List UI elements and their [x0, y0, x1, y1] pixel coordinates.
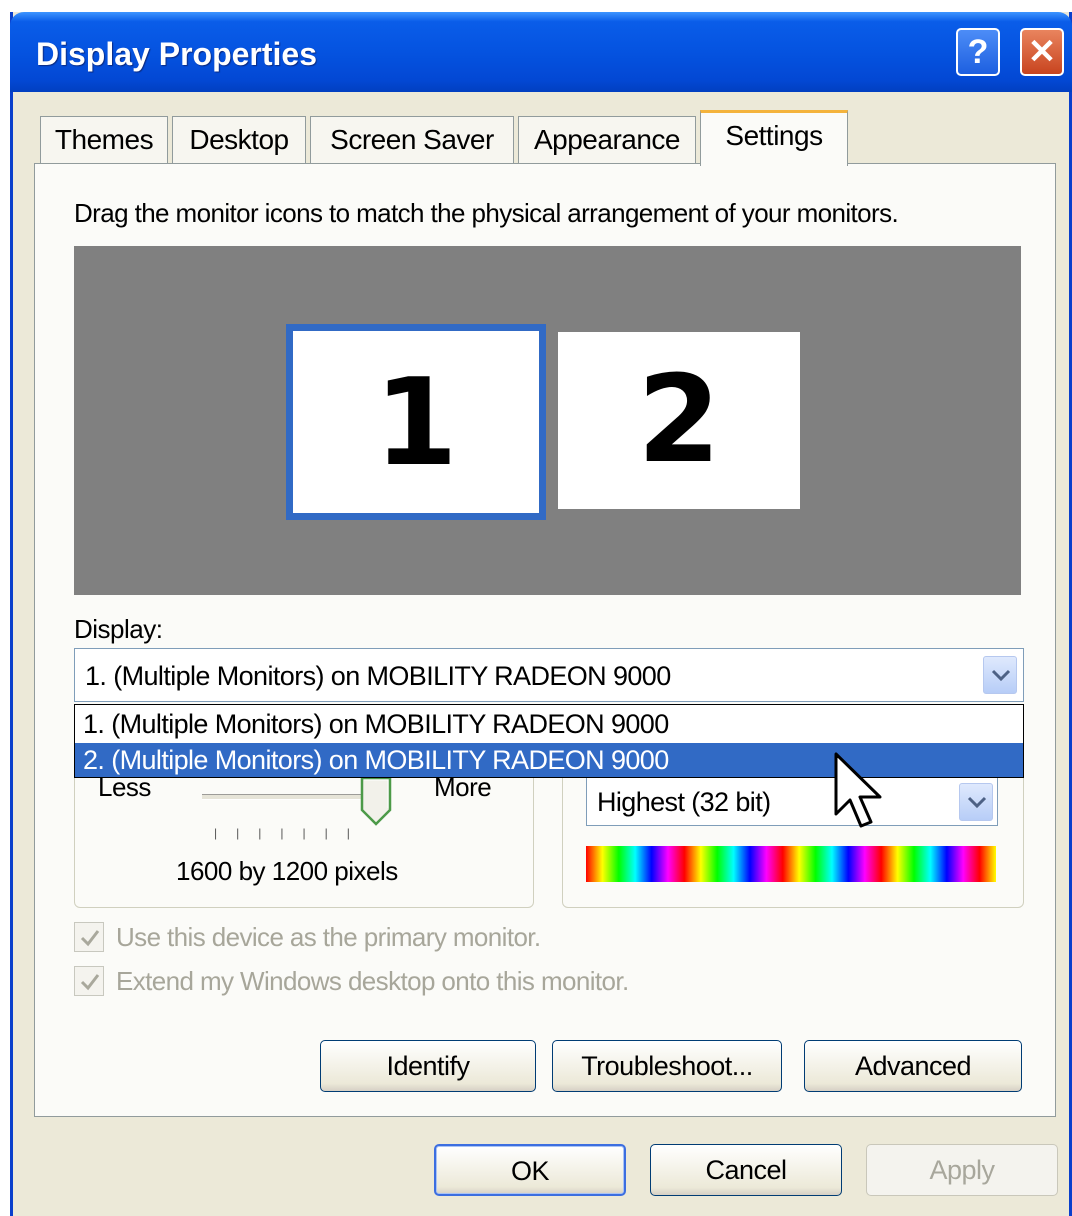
display-label: Display:: [74, 614, 163, 644]
cancel-button[interactable]: Cancel: [650, 1144, 842, 1196]
identify-button[interactable]: Identify: [320, 1040, 536, 1092]
tab-appearance[interactable]: Appearance: [518, 116, 696, 164]
apply-button[interactable]: Apply: [866, 1144, 1058, 1196]
display-select-value: 1. (Multiple Monitors) on MOBILITY RADEO…: [85, 661, 671, 691]
color-quality-select[interactable]: Highest (32 bit): [586, 776, 998, 826]
tab-desktop[interactable]: Desktop: [172, 116, 306, 164]
slider-ticks: |||||||: [214, 826, 369, 840]
color-quality-value: Highest (32 bit): [597, 787, 771, 817]
monitor-1-icon[interactable]: 1: [286, 324, 546, 520]
ok-button[interactable]: OK: [434, 1144, 626, 1196]
checkmark-icon: [80, 930, 100, 947]
chevron-down-icon: [967, 796, 987, 809]
primary-monitor-checkbox[interactable]: [74, 922, 104, 952]
color-quality-spectrum: [586, 846, 996, 882]
slider-thumb-icon[interactable]: [360, 776, 392, 826]
advanced-button[interactable]: Advanced: [804, 1040, 1022, 1092]
chevron-down-icon: [991, 669, 1011, 682]
checkmark-icon: [80, 974, 100, 991]
color-quality-dropdown-button[interactable]: [959, 783, 993, 821]
title-bar[interactable]: Display Properties ? ✕: [10, 12, 1072, 92]
resolution-slider-track[interactable]: [202, 794, 382, 800]
primary-monitor-label: Use this device as the primary monitor.: [116, 922, 541, 952]
tab-screen-saver[interactable]: Screen Saver: [310, 116, 514, 164]
instruction-text: Drag the monitor icons to match the phys…: [74, 198, 899, 228]
display-dropdown-button[interactable]: [983, 656, 1017, 694]
display-select[interactable]: 1. (Multiple Monitors) on MOBILITY RADEO…: [74, 648, 1024, 702]
tab-settings[interactable]: Settings: [700, 110, 848, 166]
tab-themes[interactable]: Themes: [40, 116, 168, 164]
troubleshoot-button[interactable]: Troubleshoot...: [552, 1040, 782, 1092]
dropdown-option-1[interactable]: 1. (Multiple Monitors) on MOBILITY RADEO…: [75, 707, 1023, 741]
mouse-cursor-icon: [834, 752, 882, 828]
monitor-2-icon[interactable]: 2: [558, 332, 800, 509]
resolution-value: 1600 by 1200 pixels: [176, 856, 398, 886]
help-button[interactable]: ?: [956, 28, 1000, 76]
extend-desktop-label: Extend my Windows desktop onto this moni…: [116, 966, 629, 996]
extend-desktop-checkbox[interactable]: [74, 966, 104, 996]
monitor-arrangement-area: [74, 246, 1021, 595]
close-button[interactable]: ✕: [1020, 28, 1064, 76]
window-title: Display Properties: [36, 36, 317, 72]
